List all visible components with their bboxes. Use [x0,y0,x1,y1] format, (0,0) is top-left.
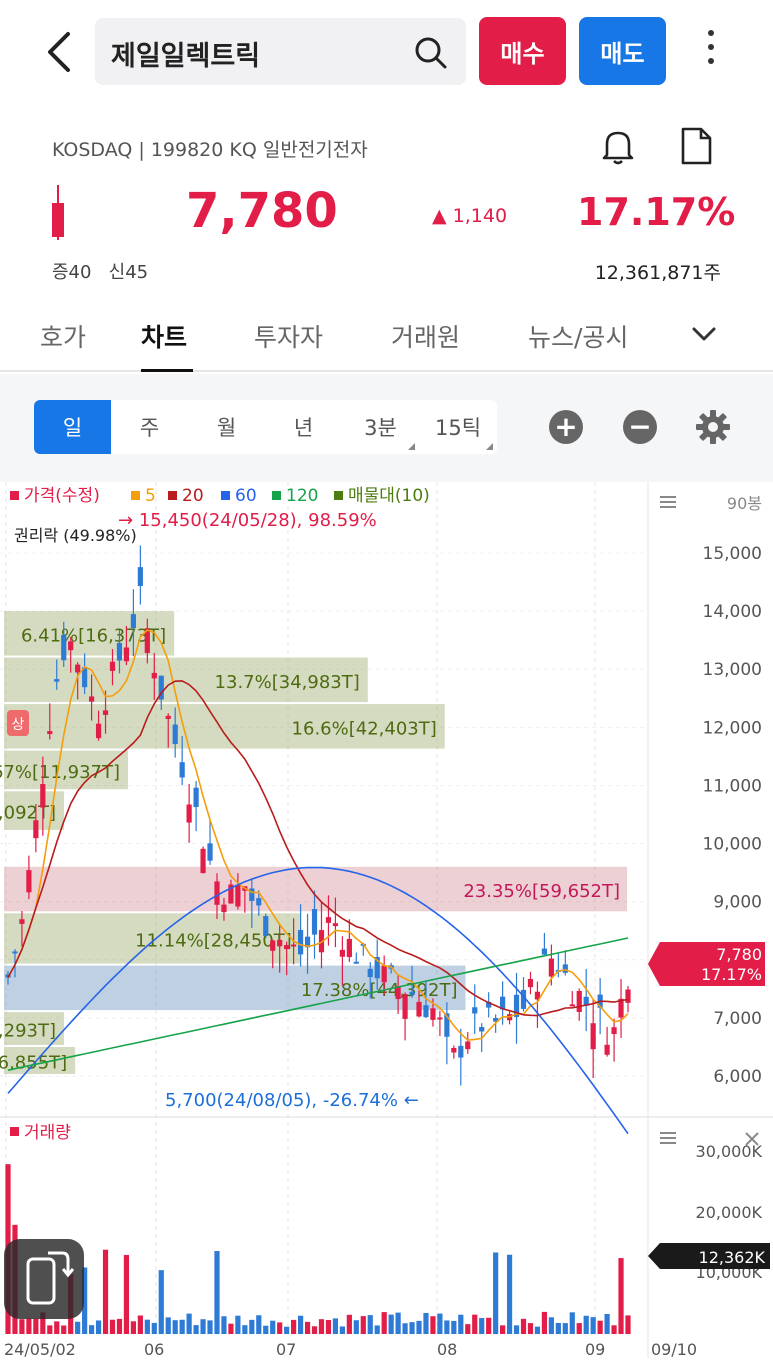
volume-tick-1: 30,000K [696,1142,763,1161]
legend-swatch-ma5 [131,491,140,500]
tab-broker[interactable]: 거래원 [391,318,460,354]
period-tick-label: 15틱 [434,416,482,440]
period-minute-label: 3분 [364,416,397,440]
rights-event-annotation: 권리락 (49.98%) [14,526,137,545]
buy-button[interactable]: 매수 [479,17,566,85]
legend-ma60: 60 [235,486,257,506]
candle-count: 90봉 [727,494,762,513]
volume-tick-2: 20,000K [696,1203,763,1222]
bell-icon[interactable] [598,126,638,166]
x-tick-5: 09 [585,1340,605,1358]
current-price: 7,780 [186,183,338,239]
current-price-tag-pct: 17.17% [701,965,762,984]
change-percent: 17.17% [577,190,736,234]
kebab-menu-icon[interactable] [700,30,722,74]
legend-price: 가격(수정) [24,486,100,506]
back-arrow-icon[interactable] [40,28,80,76]
x-tick-3: 07 [276,1340,296,1358]
legend-ma5: 5 [145,486,156,506]
legend-swatch-price [10,491,19,500]
current-volume-tag-value: 12,362K [699,1248,766,1267]
gear-icon[interactable] [695,409,731,445]
period-selector: 일 주 월 년 3분 15틱 [34,400,497,454]
period-minute[interactable]: 3분 [342,400,419,454]
tab-bar: 호가 차트 투자자 거래원 뉴스/공시 [0,300,773,372]
trade-volume: 12,361,871주 [594,262,721,284]
period-day[interactable]: 일 [34,400,111,454]
legend-swatch-ma120 [272,491,281,500]
period-year[interactable]: 년 [265,400,342,454]
volume-legend: 거래량 [24,1123,71,1143]
volume-menu-icon[interactable] [660,1132,676,1144]
candle-icon [50,185,66,240]
period-week[interactable]: 주 [111,400,188,454]
legend-swatch-ma20 [168,491,177,500]
period-month[interactable]: 월 [188,400,265,454]
stock-search-field[interactable]: 제일일렉트릭 [95,18,466,85]
x-tick-2: 06 [144,1340,164,1358]
low-price-annotation: 5,700(24/08/05), -26.74% ← [165,1090,419,1111]
legend-ma120: 120 [286,486,318,506]
margin-rate: 증40 신45 [52,262,149,283]
sell-button[interactable]: 매도 [579,17,666,85]
tab-news[interactable]: 뉴스/공시 [528,318,628,354]
zoom-out-icon[interactable]: − [623,410,657,444]
tab-chart[interactable]: 차트 [141,318,187,354]
active-tab-indicator [141,369,193,372]
screen-rotate-button[interactable] [4,1239,84,1319]
volume-legend-swatch [10,1127,19,1136]
limit-up-badge-text: 상 [12,717,25,733]
legend-swatch-ma60 [221,491,230,500]
x-tick-1: 24/05/02 [4,1340,76,1358]
chart-labels: 가격(수정) 5 20 60 120 매물대(10) 90봉 → 15,450(… [4,486,770,1358]
high-price-annotation: → 15,450(24/05/28), 98.59% [118,510,377,531]
tab-investor[interactable]: 투자자 [254,318,323,354]
legend-swatch-volume-profile [334,491,343,500]
period-tick[interactable]: 15틱 [419,400,497,454]
low-price-annotation-text: 5,700(24/08/05), -26.74% [165,1090,398,1111]
current-price-tag-value: 7,780 [716,945,762,964]
document-icon[interactable] [678,126,714,166]
chart-menu-icon[interactable] [660,496,676,508]
x-tick-6: 09/10 [651,1340,697,1358]
high-price-annotation-text: 15,450(24/05/28), 98.59% [139,510,377,531]
market-info: KOSDAQ | 199820 KQ 일반전기전자 [52,139,368,161]
tab-orderbook[interactable]: 호가 [40,318,86,354]
legend-ma20: 20 [182,486,204,506]
legend-volume-profile: 매물대(10) [348,486,430,506]
x-tick-4: 08 [437,1340,457,1358]
search-icon[interactable] [414,36,448,70]
chevron-down-icon[interactable] [690,324,718,344]
stock-name: 제일일렉트릭 [111,41,261,72]
price-change: ▲ 1,140 [432,205,508,227]
zoom-in-icon[interactable]: + [549,410,583,444]
